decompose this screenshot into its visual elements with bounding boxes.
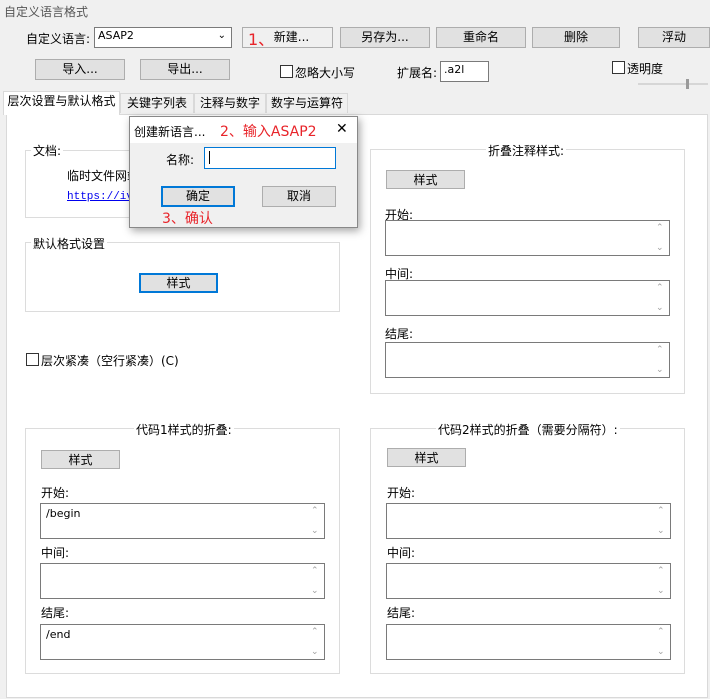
new-button[interactable]: 新建... (242, 27, 333, 48)
code1-start-label: 开始: (41, 486, 70, 500)
export-button[interactable]: 导出... (140, 59, 230, 80)
scroll-down-icon[interactable]: ⌄ (657, 647, 665, 657)
ok-button[interactable]: 确定 (161, 186, 235, 207)
scrollbar[interactable]: ⌃ ⌄ (653, 281, 669, 315)
fold-end-textarea[interactable]: ⌃ ⌄ (385, 342, 670, 378)
scroll-down-icon[interactable]: ⌄ (657, 526, 665, 536)
scroll-up-icon[interactable]: ⌃ (657, 627, 665, 637)
new-button-label: 新建... (273, 30, 310, 44)
language-label: 自定义语言: (26, 32, 91, 46)
tab-hierarchy[interactable]: 层次设置与默认格式 (3, 91, 120, 115)
scrollbar[interactable]: ⌃ ⌄ (308, 625, 324, 659)
code1-start-textarea[interactable]: /begin ⌃ ⌄ (40, 503, 325, 539)
language-select-value: ASAP2 (98, 29, 134, 42)
code2-start-label: 开始: (387, 486, 416, 500)
transparency-checkbox[interactable] (612, 61, 625, 74)
scrollbar[interactable]: ⌃ ⌄ (308, 504, 324, 538)
fold-comment-style-button[interactable]: 样式 (386, 170, 465, 189)
code2-end-label: 结尾: (387, 606, 416, 620)
code2-middle-textarea[interactable]: ⌃ ⌄ (386, 563, 671, 599)
fold-middle-textarea[interactable]: ⌃ ⌄ (385, 280, 670, 316)
fold-end-label: 结尾: (385, 327, 414, 341)
code1-start-value: /begin (46, 507, 81, 520)
code1-end-label: 结尾: (41, 606, 70, 620)
fold-start-textarea[interactable]: ⌃ ⌄ (385, 220, 670, 256)
extension-input[interactable]: .a2l (440, 61, 489, 82)
scroll-up-icon[interactable]: ⌃ (311, 566, 319, 576)
tab-keywords[interactable]: 关键字列表 (120, 93, 194, 113)
new-language-dialog: 创建新语言... 2、输入ASAP2 ✕ 名称: 确定 取消 3、确认 (129, 116, 358, 228)
scroll-up-icon[interactable]: ⌃ (657, 566, 665, 576)
scrollbar[interactable]: ⌃ ⌄ (654, 564, 670, 598)
scroll-up-icon[interactable]: ⌃ (656, 283, 664, 293)
code2-end-textarea[interactable]: ⌃ ⌄ (386, 624, 671, 660)
default-style-button[interactable]: 样式 (139, 273, 218, 293)
scroll-down-icon[interactable]: ⌄ (311, 586, 319, 596)
scroll-up-icon[interactable]: ⌃ (656, 223, 664, 233)
scroll-down-icon[interactable]: ⌄ (311, 526, 319, 536)
language-select[interactable]: ASAP2 ⌄ (94, 27, 232, 48)
scrollbar[interactable]: ⌃ ⌄ (653, 221, 669, 255)
scroll-up-icon[interactable]: ⌃ (656, 345, 664, 355)
scrollbar[interactable]: ⌃ ⌄ (653, 343, 669, 377)
transparency-label: 透明度 (627, 62, 664, 76)
fold-comment-title: 折叠注释样式: (486, 142, 567, 159)
tab-operators[interactable]: 数字与运算符 (266, 93, 348, 113)
scrollbar[interactable]: ⌃ ⌄ (654, 504, 670, 538)
code2-style-button[interactable]: 样式 (387, 448, 466, 467)
code2-start-textarea[interactable]: ⌃ ⌄ (386, 503, 671, 539)
ignore-case-checkbox[interactable] (280, 65, 293, 78)
step3-annotation: 3、确认 (162, 211, 213, 227)
code1-middle-textarea[interactable]: ⌃ ⌄ (40, 563, 325, 599)
scroll-up-icon[interactable]: ⌃ (311, 506, 319, 516)
code1-middle-label: 中间: (41, 546, 70, 560)
window-title: 自定义语言格式 (4, 5, 89, 19)
scrollbar[interactable]: ⌃ ⌄ (308, 564, 324, 598)
text-cursor (209, 151, 210, 164)
scrollbar[interactable]: ⌃ ⌄ (654, 625, 670, 659)
code1-end-value: /end (46, 628, 71, 641)
slider-thumb[interactable] (686, 79, 689, 89)
ignore-case-label: 忽略大小写 (295, 66, 356, 80)
tab-comments[interactable]: 注释与数字 (194, 93, 266, 113)
compact-label: 层次紧凑（空行紧凑）(C) (41, 354, 179, 368)
default-format-title: 默认格式设置 (31, 235, 108, 252)
float-button[interactable]: 浮动 (638, 27, 710, 48)
scroll-down-icon[interactable]: ⌄ (656, 365, 664, 375)
extension-label: 扩展名: (397, 66, 438, 80)
code2-middle-label: 中间: (387, 546, 416, 560)
import-button[interactable]: 导入... (35, 59, 125, 80)
code1-style-button[interactable]: 样式 (41, 450, 120, 469)
compact-checkbox[interactable] (26, 353, 39, 366)
doc-title: 文档: (31, 142, 64, 159)
scroll-down-icon[interactable]: ⌄ (657, 586, 665, 596)
code2-title: 代码2样式的折叠（需要分隔符）: (436, 421, 620, 438)
close-icon[interactable]: ✕ (336, 121, 348, 137)
save-as-button[interactable]: 另存为... (340, 27, 430, 48)
dialog-title: 创建新语言... (134, 125, 206, 139)
transparency-slider[interactable] (638, 79, 708, 89)
scroll-up-icon[interactable]: ⌃ (657, 506, 665, 516)
scroll-down-icon[interactable]: ⌄ (656, 303, 664, 313)
scroll-up-icon[interactable]: ⌃ (311, 627, 319, 637)
delete-button[interactable]: 删除 (532, 27, 620, 48)
code1-end-textarea[interactable]: /end ⌃ ⌄ (40, 624, 325, 660)
chevron-down-icon: ⌄ (217, 30, 226, 41)
rename-button[interactable]: 重命名 (436, 27, 526, 48)
name-input[interactable] (204, 147, 336, 169)
code1-title: 代码1样式的折叠: (134, 421, 234, 438)
step2-annotation: 2、输入ASAP2 (220, 124, 317, 140)
scroll-down-icon[interactable]: ⌄ (656, 243, 664, 253)
scroll-down-icon[interactable]: ⌄ (311, 647, 319, 657)
cancel-button[interactable]: 取消 (262, 186, 336, 207)
name-label: 名称: (166, 153, 195, 167)
